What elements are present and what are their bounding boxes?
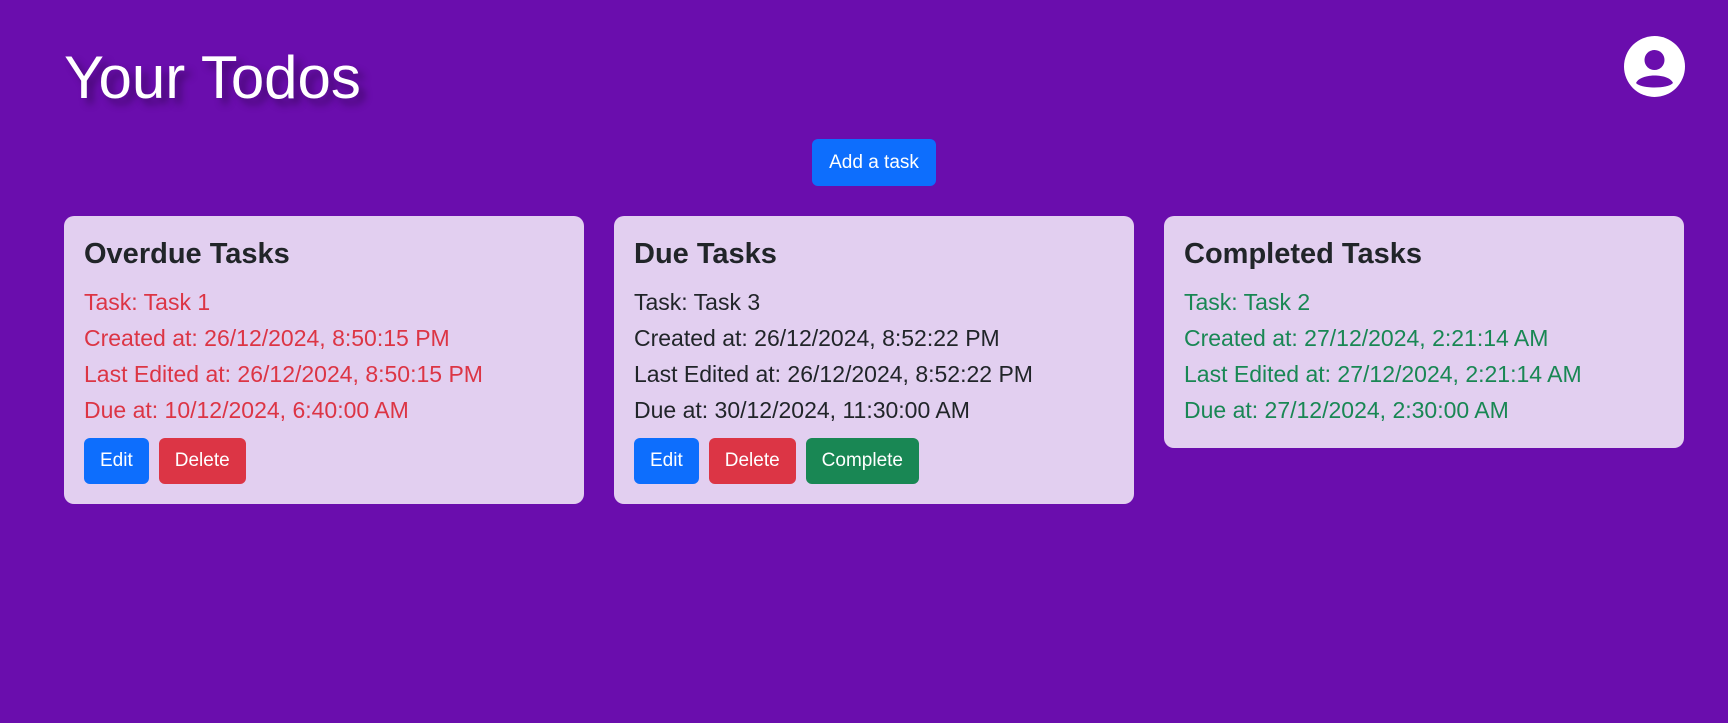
profile-button[interactable] xyxy=(1624,36,1685,97)
page-title: Your Todos xyxy=(64,44,361,111)
task-created-at: Created at: 26/12/2024, 8:50:15 PM xyxy=(84,325,450,351)
task-actions: Edit Delete xyxy=(84,438,564,484)
task-last-edited-at: Last Edited at: 27/12/2024, 2:21:14 AM xyxy=(1184,361,1582,387)
task-created-at: Created at: 26/12/2024, 8:52:22 PM xyxy=(634,325,1000,351)
task-last-edited-at: Last Edited at: 26/12/2024, 8:52:22 PM xyxy=(634,361,1033,387)
task-last-edited-at: Last Edited at: 26/12/2024, 8:50:15 PM xyxy=(84,361,483,387)
edit-task-button[interactable]: Edit xyxy=(84,438,149,484)
add-task-button[interactable]: Add a task xyxy=(812,139,936,186)
delete-task-button[interactable]: Delete xyxy=(158,438,246,484)
task-name: Task: Task 1 xyxy=(84,289,211,315)
card-title-due: Due Tasks xyxy=(634,238,777,270)
due-tasks-card: Due Tasks Task: Task 3 Created at: 26/12… xyxy=(614,216,1134,504)
task-name: Task: Task 3 xyxy=(634,289,761,315)
card-title-completed: Completed Tasks xyxy=(1184,238,1422,270)
task-name: Task: Task 2 xyxy=(1184,289,1311,315)
complete-task-button[interactable]: Complete xyxy=(805,438,919,484)
task-item: Task: Task 3 Created at: 26/12/2024, 8:5… xyxy=(634,284,1114,428)
delete-task-button[interactable]: Delete xyxy=(708,438,796,484)
task-due-at: Due at: 30/12/2024, 11:30:00 AM xyxy=(634,397,970,423)
task-created-at: Created at: 27/12/2024, 2:21:14 AM xyxy=(1184,325,1549,351)
card-title-overdue: Overdue Tasks xyxy=(84,238,290,270)
task-item: Task: Task 2 Created at: 27/12/2024, 2:2… xyxy=(1184,284,1664,428)
edit-task-button[interactable]: Edit xyxy=(634,438,699,484)
completed-tasks-card: Completed Tasks Task: Task 2 Created at:… xyxy=(1164,216,1684,448)
user-circle-icon xyxy=(1624,36,1685,97)
task-actions: Edit Delete Complete xyxy=(634,438,1114,484)
task-due-at: Due at: 27/12/2024, 2:30:00 AM xyxy=(1184,397,1509,423)
overdue-tasks-card: Overdue Tasks Task: Task 1 Created at: 2… xyxy=(64,216,584,504)
task-item: Task: Task 1 Created at: 26/12/2024, 8:5… xyxy=(84,284,564,428)
task-due-at: Due at: 10/12/2024, 6:40:00 AM xyxy=(84,397,409,423)
